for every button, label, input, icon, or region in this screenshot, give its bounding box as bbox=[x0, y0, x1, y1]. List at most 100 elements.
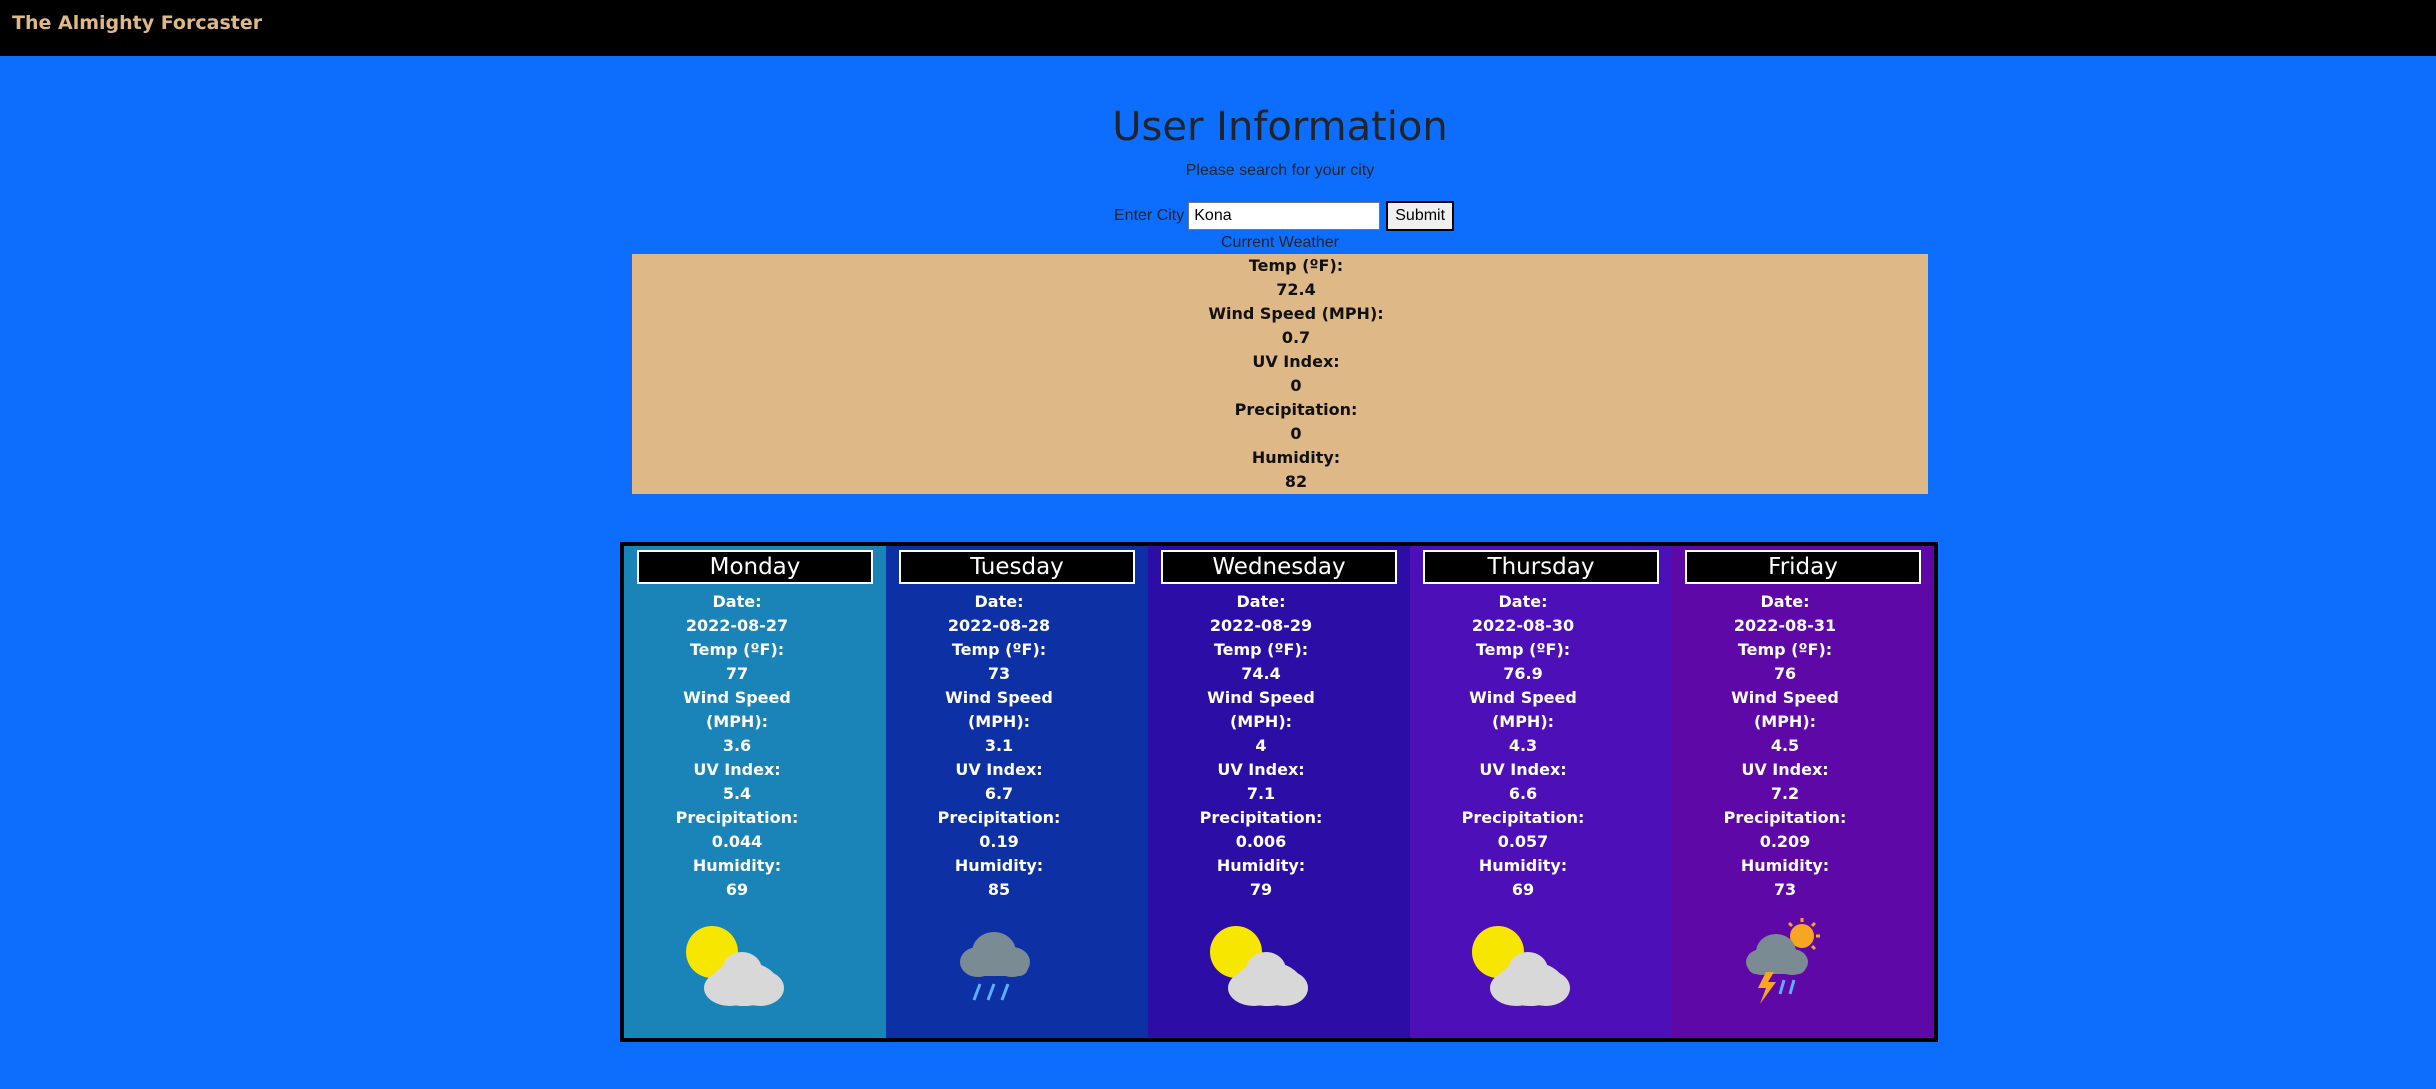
temp-label: Temp (ºF): bbox=[1475, 640, 1571, 659]
wind-label-unit: (MPH): bbox=[967, 712, 1031, 731]
wind-label-unit: (MPH): bbox=[1491, 712, 1555, 731]
date-value: 2022-08-28 bbox=[947, 616, 1051, 635]
current-wind-value: 0.7 bbox=[1281, 328, 1311, 347]
uv-label: UV Index: bbox=[1217, 760, 1305, 779]
uv-value: 5.4 bbox=[722, 784, 752, 803]
city-label: Enter City bbox=[1114, 207, 1185, 224]
temp-label: Temp (ºF): bbox=[1737, 640, 1833, 659]
date-label: Date: bbox=[1760, 592, 1810, 611]
precip-value: 0.209 bbox=[1759, 832, 1811, 851]
current-temp-value: 72.4 bbox=[1276, 280, 1316, 299]
uv-value: 6.6 bbox=[1508, 784, 1538, 803]
humidity-value: 69 bbox=[1511, 880, 1535, 899]
current-uv-value: 0 bbox=[1290, 376, 1302, 395]
day-name: Tuesday bbox=[899, 550, 1135, 584]
temp-value: 73 bbox=[987, 664, 1011, 683]
wind-value: 4 bbox=[1255, 736, 1267, 755]
uv-value: 7.2 bbox=[1770, 784, 1800, 803]
current-wind-label: Wind Speed (MPH): bbox=[1208, 304, 1384, 323]
wind-value: 4.3 bbox=[1508, 736, 1538, 755]
forecast-row: Monday Date: 2022-08-27 Temp (ºF): 77 Wi… bbox=[620, 542, 1938, 1042]
wind-label: Wind Speed bbox=[683, 688, 791, 707]
forecast-card: Friday Date: 2022-08-31 Temp (ºF): 76 Wi… bbox=[1672, 546, 1934, 1038]
uv-value: 6.7 bbox=[984, 784, 1014, 803]
date-value: 2022-08-31 bbox=[1733, 616, 1837, 635]
humidity-label: Humidity: bbox=[954, 856, 1044, 875]
uv-label: UV Index: bbox=[1479, 760, 1567, 779]
partly-cloudy-icon bbox=[1206, 922, 1316, 1016]
wind-label: Wind Speed bbox=[1469, 688, 1577, 707]
partly-cloudy-icon bbox=[682, 922, 792, 1016]
wind-label: Wind Speed bbox=[1731, 688, 1839, 707]
precip-label: Precipitation: bbox=[1461, 808, 1585, 827]
current-weather-heading: Current Weather bbox=[1221, 234, 1339, 251]
uv-label: UV Index: bbox=[955, 760, 1043, 779]
forecast-card: Monday Date: 2022-08-27 Temp (ºF): 77 Wi… bbox=[624, 546, 886, 1038]
day-name: Thursday bbox=[1423, 550, 1659, 584]
precip-label: Precipitation: bbox=[1199, 808, 1323, 827]
date-value: 2022-08-29 bbox=[1209, 616, 1313, 635]
thunderstorm-icon bbox=[1736, 916, 1826, 1010]
date-value: 2022-08-27 bbox=[685, 616, 789, 635]
wind-label-unit: (MPH): bbox=[1229, 712, 1293, 731]
rain-cloud-icon bbox=[950, 920, 1040, 1014]
date-label: Date: bbox=[1236, 592, 1286, 611]
uv-label: UV Index: bbox=[1741, 760, 1829, 779]
humidity-value: 79 bbox=[1249, 880, 1273, 899]
wind-label: Wind Speed bbox=[945, 688, 1053, 707]
uv-label: UV Index: bbox=[693, 760, 781, 779]
current-humidity-value: 82 bbox=[1284, 472, 1308, 491]
date-value: 2022-08-30 bbox=[1471, 616, 1575, 635]
date-label: Date: bbox=[974, 592, 1024, 611]
humidity-label: Humidity: bbox=[1216, 856, 1306, 875]
page-title: User Information bbox=[1112, 104, 1448, 150]
precip-value: 0.044 bbox=[711, 832, 763, 851]
forecast-card: Wednesday Date: 2022-08-29 Temp (ºF): 74… bbox=[1148, 546, 1410, 1038]
temp-value: 74.4 bbox=[1241, 664, 1281, 683]
wind-value: 4.5 bbox=[1770, 736, 1800, 755]
day-name: Wednesday bbox=[1161, 550, 1397, 584]
humidity-value: 85 bbox=[987, 880, 1011, 899]
navbar: The Almighty Forcaster bbox=[0, 0, 2436, 56]
temp-label: Temp (ºF): bbox=[689, 640, 785, 659]
page-subtitle: Please search for your city bbox=[1185, 162, 1375, 179]
current-precip-value: 0 bbox=[1290, 424, 1302, 443]
current-temp-label: Temp (ºF): bbox=[1248, 256, 1344, 275]
submit-button[interactable]: Submit bbox=[1386, 201, 1455, 231]
precip-label: Precipitation: bbox=[675, 808, 799, 827]
humidity-value: 69 bbox=[725, 880, 749, 899]
wind-label-unit: (MPH): bbox=[1753, 712, 1817, 731]
current-precip-label: Precipitation: bbox=[1234, 400, 1358, 419]
humidity-label: Humidity: bbox=[1740, 856, 1830, 875]
search-form: Enter City Submit bbox=[1114, 200, 1455, 232]
temp-label: Temp (ºF): bbox=[951, 640, 1047, 659]
brand-link[interactable]: The Almighty Forcaster bbox=[12, 12, 262, 34]
day-name: Friday bbox=[1685, 550, 1921, 584]
forecast-card: Tuesday Date: 2022-08-28 Temp (ºF): 73 W… bbox=[886, 546, 1148, 1038]
temp-label: Temp (ºF): bbox=[1213, 640, 1309, 659]
date-label: Date: bbox=[1498, 592, 1548, 611]
precip-value: 0.057 bbox=[1497, 832, 1549, 851]
wind-value: 3.1 bbox=[984, 736, 1014, 755]
day-name: Monday bbox=[637, 550, 873, 584]
precip-value: 0.19 bbox=[979, 832, 1019, 851]
partly-cloudy-icon bbox=[1468, 922, 1578, 1016]
current-humidity-label: Humidity: bbox=[1251, 448, 1341, 467]
temp-value: 76 bbox=[1773, 664, 1797, 683]
city-input[interactable] bbox=[1188, 202, 1381, 230]
forecast-card: Thursday Date: 2022-08-30 Temp (ºF): 76.… bbox=[1410, 546, 1672, 1038]
date-label: Date: bbox=[712, 592, 762, 611]
temp-value: 76.9 bbox=[1503, 664, 1543, 683]
wind-label: Wind Speed bbox=[1207, 688, 1315, 707]
humidity-label: Humidity: bbox=[692, 856, 782, 875]
precip-value: 0.006 bbox=[1235, 832, 1287, 851]
temp-value: 77 bbox=[725, 664, 749, 683]
precip-label: Precipitation: bbox=[1723, 808, 1847, 827]
humidity-label: Humidity: bbox=[1478, 856, 1568, 875]
current-uv-label: UV Index: bbox=[1252, 352, 1340, 371]
humidity-value: 73 bbox=[1773, 880, 1797, 899]
precip-label: Precipitation: bbox=[937, 808, 1061, 827]
current-weather-panel: Temp (ºF): 72.4 Wind Speed (MPH): 0.7 UV… bbox=[632, 254, 1928, 494]
uv-value: 7.1 bbox=[1246, 784, 1276, 803]
wind-value: 3.6 bbox=[722, 736, 752, 755]
